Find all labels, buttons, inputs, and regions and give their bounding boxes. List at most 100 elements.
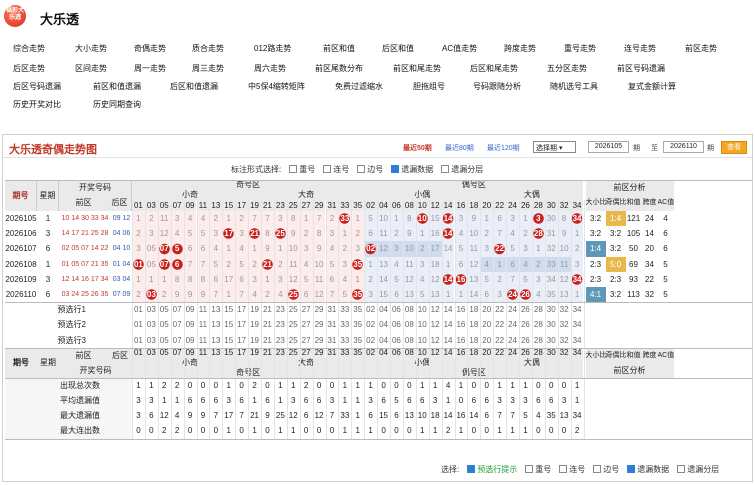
nav-link[interactable]: 后区号码遗漏 bbox=[13, 81, 61, 92]
grid-line bbox=[222, 200, 224, 439]
nav-link[interactable]: 前区尾数分布 bbox=[315, 63, 363, 74]
query-button[interactable]: 查看 bbox=[721, 141, 747, 154]
nav-link[interactable]: 复式金额计算 bbox=[628, 81, 676, 92]
footer-option-checkbox[interactable] bbox=[559, 465, 568, 473]
marker-option-checkbox[interactable] bbox=[323, 165, 332, 173]
nav-link[interactable]: 区间走势 bbox=[75, 63, 107, 74]
nav-link[interactable]: 后区和值遗漏 bbox=[170, 81, 218, 92]
footer-option-checkbox[interactable] bbox=[677, 465, 686, 473]
preselect-number: 06 bbox=[391, 305, 401, 315]
preselect-number: 18 bbox=[469, 305, 479, 315]
nav-link[interactable]: 中5保4缩转矩阵 bbox=[248, 81, 305, 92]
nav-link[interactable]: 后区和值 bbox=[382, 43, 414, 54]
preselect-number: 18 bbox=[469, 320, 479, 330]
preselect-number: 19 bbox=[250, 320, 259, 330]
nav-link[interactable]: 综合走势 bbox=[13, 43, 45, 54]
nav-link[interactable]: 五分区走势 bbox=[547, 63, 587, 74]
nav-link[interactable]: AC值走势 bbox=[442, 43, 477, 54]
stat-label: 出现总次数 bbox=[5, 377, 132, 393]
stat-cell: 3 bbox=[368, 396, 373, 405]
preselect-number: 17 bbox=[237, 335, 247, 345]
chevron-down-icon: ▾ bbox=[558, 145, 563, 152]
even-miss-cell: 2 bbox=[480, 226, 494, 242]
grid-line bbox=[170, 200, 172, 439]
nav-link[interactable]: 号码跟随分析 bbox=[473, 81, 521, 92]
marker-option-checkbox[interactable] bbox=[391, 165, 400, 173]
stat-cell: 0 bbox=[381, 380, 386, 390]
period-unit-label-2: 期 bbox=[707, 145, 714, 152]
nav-link[interactable]: 周六走势 bbox=[254, 63, 286, 74]
marker-option-checkbox[interactable] bbox=[289, 165, 298, 173]
nav-link[interactable]: 后区和尾走势 bbox=[470, 63, 518, 74]
nav-link[interactable]: 胆拖组号 bbox=[413, 81, 445, 92]
nav-link[interactable]: 连号走势 bbox=[624, 43, 656, 54]
marker-option-checkbox[interactable] bbox=[441, 165, 450, 173]
preselect-number: 08 bbox=[404, 305, 414, 315]
stat-cell: 1 bbox=[510, 426, 515, 436]
nav-link[interactable]: 历史同期查询 bbox=[93, 99, 141, 110]
nav-link[interactable]: 重号走势 bbox=[564, 43, 596, 54]
preselect-number: 10 bbox=[417, 305, 427, 315]
footer-option-checkbox[interactable] bbox=[525, 465, 534, 473]
footer-option-checkbox[interactable] bbox=[593, 465, 602, 473]
even-miss-cell: 1 bbox=[480, 211, 494, 227]
even-number-header-2: 24 bbox=[506, 347, 519, 358]
even-miss-cell: 3 bbox=[364, 287, 378, 303]
odd-number-header-2: 15 bbox=[222, 347, 236, 358]
nav-link[interactable]: 前区和值遗漏 bbox=[93, 81, 141, 92]
footer-option-checkbox[interactable] bbox=[467, 465, 476, 473]
recent-50-link[interactable]: 最近50期 bbox=[403, 143, 432, 153]
nav-link[interactable]: 质合走势 bbox=[192, 43, 224, 54]
nav-link[interactable]: 大小走势 bbox=[75, 43, 107, 54]
grid-line bbox=[390, 200, 391, 439]
from-period-input[interactable]: 2026105 bbox=[588, 141, 629, 153]
nav-link[interactable]: 后区走势 bbox=[13, 63, 45, 74]
even-miss-cell: 34 bbox=[570, 211, 584, 227]
even-miss-cell: 10 bbox=[557, 241, 571, 257]
even-miss-cell: 2 bbox=[493, 271, 507, 287]
stat-cell: 6 bbox=[536, 396, 541, 405]
nav-link[interactable]: 前区和值 bbox=[323, 43, 355, 54]
grid-line bbox=[480, 200, 482, 439]
odd-miss-cell: 8 bbox=[170, 271, 184, 287]
preselect-number: 14 bbox=[443, 320, 453, 330]
odd-miss-cell: 35 bbox=[351, 287, 365, 303]
nav-link[interactable]: 免费过滤缩水 bbox=[335, 81, 383, 92]
even-miss-cell: 5 bbox=[480, 271, 494, 287]
footer-option-checkbox[interactable] bbox=[627, 465, 636, 473]
even-miss-cell: 31 bbox=[544, 226, 558, 242]
odd-number-header-2: 01 bbox=[132, 347, 145, 358]
odd-miss-cell: 1 bbox=[299, 211, 313, 227]
preselect-number: 12 bbox=[430, 335, 440, 345]
nav-link[interactable]: 跨度走势 bbox=[504, 43, 536, 54]
odd-number-header: 21 bbox=[261, 200, 274, 211]
stat-cell: 0 bbox=[407, 380, 412, 390]
even-miss-cell: 14 bbox=[441, 241, 455, 257]
preselect-number: 11 bbox=[198, 305, 208, 315]
preselect-number: 28 bbox=[533, 305, 543, 315]
even-miss-cell: 22 bbox=[493, 241, 507, 257]
odd-miss-cell: 2 bbox=[235, 211, 249, 227]
nav-link[interactable]: 前区走势 bbox=[685, 43, 717, 54]
nav-link[interactable]: 周一走势 bbox=[134, 63, 166, 74]
period-select[interactable]: 选择期 ▾ bbox=[533, 141, 576, 153]
nav-link[interactable]: 前区号码遗漏 bbox=[617, 63, 665, 74]
even-miss-cell: 17 bbox=[428, 241, 442, 257]
nav-link[interactable]: 周三走势 bbox=[192, 63, 224, 74]
recent-80-link[interactable]: 最近80期 bbox=[445, 143, 474, 153]
nav-link[interactable]: 012路走势 bbox=[254, 43, 291, 54]
marker-option-checkbox[interactable] bbox=[357, 165, 366, 173]
even-miss-cell: 5 bbox=[390, 271, 403, 287]
nav-link[interactable]: 前区和尾走势 bbox=[393, 63, 441, 74]
analysis-cell: 5 bbox=[663, 259, 668, 269]
to-period-input[interactable]: 2026110 bbox=[663, 141, 704, 153]
marker-option-label: 遗漏数据 bbox=[401, 165, 434, 174]
recent-120-link[interactable]: 最近120期 bbox=[487, 143, 520, 153]
nav-link[interactable]: 奇偶走势 bbox=[134, 43, 166, 54]
analysis-cell: 2:3 bbox=[589, 274, 602, 284]
even-miss-cell: 3 bbox=[506, 211, 519, 227]
front-numbers: 12 14 16 17 34 bbox=[61, 275, 109, 283]
even-number-header-2: 26 bbox=[519, 347, 532, 358]
nav-link[interactable]: 随机选号工具 bbox=[550, 81, 598, 92]
nav-link[interactable]: 历史开奖对比 bbox=[13, 99, 61, 110]
